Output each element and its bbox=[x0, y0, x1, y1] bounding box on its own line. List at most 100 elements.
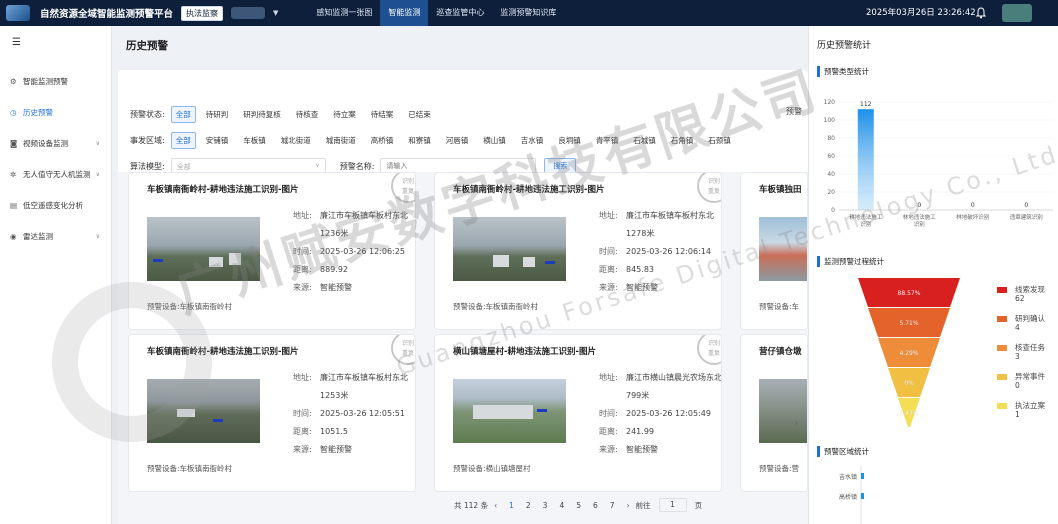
y-tick-label: 40 bbox=[827, 171, 835, 178]
goto-page-input[interactable]: 1 bbox=[658, 498, 687, 512]
duplicate-stamp: 识别 重复 bbox=[391, 173, 415, 203]
menu-icon[interactable]: ☰ bbox=[12, 37, 21, 48]
next-page-button[interactable]: › bbox=[627, 501, 630, 510]
address-label: 地址: bbox=[599, 373, 618, 382]
source-value: 智能预警 bbox=[626, 283, 658, 292]
area-chip[interactable]: 全部 bbox=[170, 132, 196, 149]
warning-type-label: 预警 bbox=[786, 107, 802, 116]
alert-thumbnail[interactable] bbox=[147, 379, 260, 443]
warning-type-chart: 0 20 40 60 80 100 120 112 耕地违法施工识别 0 林地违法施工识别 0 林地破坏… bbox=[824, 99, 1053, 228]
time-label: 时间: bbox=[293, 409, 312, 418]
prev-page-button[interactable]: ‹ bbox=[494, 501, 497, 510]
area-chip[interactable]: 和寮镇 bbox=[403, 132, 436, 149]
x-tick-label: 林地破坏识别 bbox=[956, 213, 989, 221]
sidebar-item-smart-alert[interactable]: ⚙ 智能监测预警 bbox=[0, 66, 112, 97]
area-chip[interactable]: 城北街道 bbox=[276, 132, 316, 149]
page-button[interactable]: 6 bbox=[593, 501, 598, 510]
device-label: 预警设备:车板镇南衙岭村 bbox=[147, 302, 233, 311]
area-chip[interactable]: 青平镇 bbox=[591, 132, 624, 149]
status-chip[interactable]: 全部 bbox=[170, 106, 196, 123]
address-value: 廉江市横山镇晨光农场东北799米 bbox=[626, 373, 722, 400]
area-chip[interactable]: 石颈镇 bbox=[703, 132, 736, 149]
funnel-percent-label: 88.57% bbox=[898, 290, 921, 297]
nav-item-knowledge[interactable]: 监测预警知识库 bbox=[492, 0, 564, 26]
chevron-right-icon[interactable]: › bbox=[794, 416, 798, 429]
area-chip[interactable]: 高桥镇 bbox=[366, 132, 399, 149]
nav-item-map[interactable]: 感知监测一张图 bbox=[308, 0, 380, 26]
sidebar-item-drone[interactable]: ✲ 无人值守无人机监测 ∨ bbox=[0, 159, 112, 190]
alert-card[interactable]: 车板镇南衙岭村-耕地违法施工识别-图片 识别 重复 地址: 廉江市车板镇车板村东北1… bbox=[128, 334, 416, 492]
nav-item-smart-monitor[interactable]: 智能监测 bbox=[380, 0, 429, 26]
area-chip[interactable]: 吉水镇 bbox=[516, 132, 549, 149]
page-button[interactable]: 1 bbox=[509, 501, 514, 510]
address-value: 廉江市车板镇车板村东北1253米 bbox=[320, 373, 408, 400]
source-value: 智能预警 bbox=[320, 283, 352, 292]
sidebar-item-label: 历史预警 bbox=[23, 108, 53, 117]
clock-icon: ◷ bbox=[10, 108, 17, 117]
sidebar-item-radar[interactable]: ◉ 雷达监测 ∨ bbox=[0, 221, 112, 252]
alert-thumbnail[interactable] bbox=[759, 379, 807, 443]
sidebar-item-history[interactable]: ◷ 历史预警 bbox=[0, 97, 112, 128]
alert-thumbnail[interactable] bbox=[453, 217, 566, 281]
y-tick-label: 100 bbox=[824, 117, 836, 124]
area-chip[interactable]: 石角镇 bbox=[666, 132, 699, 149]
area-chip[interactable]: 安铺镇 bbox=[201, 132, 234, 149]
role-badge[interactable]: 执法监察 bbox=[181, 5, 224, 21]
bell-icon[interactable] bbox=[976, 7, 986, 19]
sidebar: ☰ ⚙ 智能监测预警 ◷ 历史预警 ◙ 视频设备监测 ∨ ✲ 无人值守无人机监测… bbox=[0, 26, 112, 524]
card-grid: 车板镇南衙岭村-耕地违法施工识别-图片 识别 重复 地址: 廉江市车板镇车板村东北1… bbox=[118, 172, 808, 524]
legend-swatch bbox=[997, 403, 1007, 409]
duplicate-stamp: 识别 重复 bbox=[391, 335, 415, 365]
alert-thumbnail[interactable] bbox=[759, 217, 807, 281]
time-value: 2025-03-26 12:05:51 bbox=[320, 409, 405, 418]
sidebar-item-video[interactable]: ◙ 视频设备监测 ∨ bbox=[0, 128, 112, 159]
funnel-percent-label: 0% bbox=[904, 380, 914, 387]
address-label: 地址: bbox=[599, 211, 618, 220]
page-button[interactable]: 5 bbox=[576, 501, 581, 510]
page-button[interactable]: 7 bbox=[610, 501, 615, 510]
status-chip[interactable]: 待核查 bbox=[291, 106, 324, 123]
page-button[interactable]: 4 bbox=[559, 501, 564, 510]
process-funnel-chart: 88.57% 线索发现62 5.71% 研判确认4 4.29% 核查任务3 0% 异常事件0 1… bbox=[858, 278, 1045, 427]
alert-thumbnail[interactable] bbox=[453, 379, 566, 443]
status-chip[interactable]: 待研判 bbox=[201, 106, 234, 123]
status-chip[interactable]: 已结束 bbox=[403, 106, 436, 123]
section-title: 预警区域统计 bbox=[817, 446, 1053, 457]
area-chip[interactable]: 良垌镇 bbox=[553, 132, 586, 149]
alert-card[interactable]: 车板镇独田 预警设备:车 bbox=[740, 172, 808, 330]
card-title: 车板镇南衙岭村-耕地违法施工识别-图片 bbox=[147, 185, 299, 195]
nav-item-patrol[interactable]: 巡查监管中心 bbox=[428, 0, 492, 26]
chevron-down-icon[interactable]: ▼ bbox=[273, 9, 278, 17]
area-chip[interactable]: 横山镇 bbox=[478, 132, 511, 149]
alert-card[interactable]: 车板镇南衙岭村-耕地违法施工识别-图片 识别 重复 地址: 廉江市车板镇车板村东北1… bbox=[434, 172, 722, 330]
alert-card[interactable]: 横山镇塘屋村-耕地违法施工识别-图片 识别 重复 地址: 廉江市横山镇晨光农场东北7… bbox=[434, 334, 722, 492]
source-value: 智能预警 bbox=[626, 445, 658, 454]
section-title: 监测预警过程统计 bbox=[817, 256, 1053, 267]
user-name[interactable] bbox=[231, 7, 266, 19]
data-label: 0 bbox=[1024, 202, 1028, 209]
model-filter-label: 算法模型: bbox=[130, 161, 165, 171]
chevron-down-icon: ∨ bbox=[95, 233, 100, 240]
status-chip[interactable]: 待立案 bbox=[328, 106, 361, 123]
legend-swatch bbox=[997, 374, 1007, 380]
area-filter-row: 事发区域: 全部 安铺镇 车板镇 城北街道 城南街道 高桥镇 和寮镇 河唇镇 横… bbox=[130, 132, 741, 149]
page-button[interactable]: 2 bbox=[526, 501, 531, 510]
area-chip[interactable]: 车板镇 bbox=[238, 132, 271, 149]
card-title: 车板镇独田 bbox=[759, 185, 802, 195]
avatar[interactable] bbox=[1002, 4, 1032, 22]
sidebar-item-remote-sensing[interactable]: ▤ 低空遥感变化分析 bbox=[0, 190, 112, 221]
alert-thumbnail[interactable] bbox=[147, 217, 260, 281]
status-chip[interactable]: 研判待复核 bbox=[238, 106, 286, 123]
area-chip[interactable]: 城南街道 bbox=[321, 132, 361, 149]
funnel-percent-label: 1.43% bbox=[899, 410, 918, 417]
time-label: 时间: bbox=[599, 409, 618, 418]
page-button[interactable]: 3 bbox=[543, 501, 548, 510]
sidebar-item-label: 智能监测预警 bbox=[23, 77, 68, 86]
alert-card[interactable]: 车板镇南衙岭村-耕地违法施工识别-图片 识别 重复 地址: 廉江市车板镇车板村东北1… bbox=[128, 172, 416, 330]
status-chip[interactable]: 待结案 bbox=[366, 106, 399, 123]
area-chip[interactable]: 石城镇 bbox=[628, 132, 661, 149]
legend-count: 3 bbox=[1015, 352, 1020, 361]
area-chip[interactable]: 河唇镇 bbox=[441, 132, 474, 149]
alert-card[interactable]: 营仔镇仓墩 预警设备:营 bbox=[740, 334, 808, 492]
alert-info: 地址: 廉江市横山镇晨光农场东北799米 时间: 2025-03-26 12:05:… bbox=[599, 369, 722, 459]
